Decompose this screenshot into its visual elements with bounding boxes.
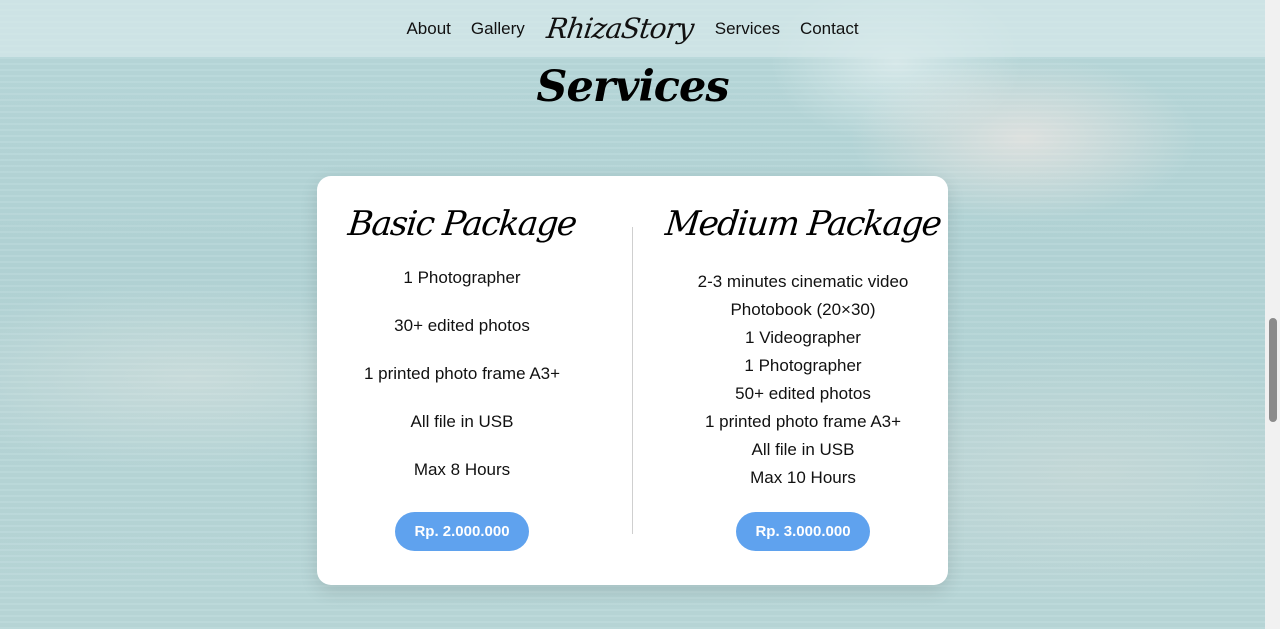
feature-item: All file in USB	[751, 440, 855, 459]
feature-item: 1 Photographer	[403, 268, 521, 287]
page: About Gallery RhizaStory Services Contac…	[0, 0, 1265, 629]
brand-logo[interactable]: RhizaStory	[544, 12, 695, 45]
price-button-basic[interactable]: Rp. 2.000.000	[395, 512, 529, 551]
feature-item: 1 Videographer	[745, 328, 861, 347]
feature-item: Photobook (20×30)	[730, 300, 876, 319]
nav-link-services[interactable]: Services	[715, 19, 780, 39]
feature-list: 1 Photographer 30+ edited photos 1 print…	[317, 267, 607, 507]
navbar: About Gallery RhizaStory Services Contac…	[0, 0, 1265, 57]
feature-item: 2-3 minutes cinematic video	[697, 272, 909, 291]
nav-link-contact[interactable]: Contact	[800, 19, 859, 39]
feature-item: 1 printed photo frame A3+	[363, 364, 561, 383]
feature-item: 50+ edited photos	[735, 384, 871, 403]
scrollbar-thumb[interactable]	[1269, 318, 1277, 422]
services-card: Basic Package 1 Photographer 30+ edited …	[317, 176, 948, 585]
feature-item: 1 Photographer	[744, 356, 862, 375]
vertical-scrollbar[interactable]	[1265, 0, 1280, 629]
feature-list: 2-3 minutes cinematic video Photobook (2…	[658, 271, 948, 495]
divider	[632, 227, 633, 534]
section-title: Services	[536, 62, 729, 112]
nav-link-about[interactable]: About	[406, 19, 450, 39]
nav-link-gallery[interactable]: Gallery	[471, 19, 525, 39]
nav-links: About Gallery RhizaStory Services Contac…	[406, 12, 858, 45]
package-title: Medium Package	[663, 204, 943, 244]
package-title: Basic Package	[346, 204, 578, 244]
feature-item: 1 printed photo frame A3+	[704, 412, 902, 431]
feature-item: 30+ edited photos	[394, 316, 530, 335]
feature-item: Max 10 Hours	[750, 468, 856, 487]
feature-item: Max 8 Hours	[413, 460, 511, 479]
price-button-medium[interactable]: Rp. 3.000.000	[736, 512, 870, 551]
feature-item: All file in USB	[410, 412, 514, 431]
